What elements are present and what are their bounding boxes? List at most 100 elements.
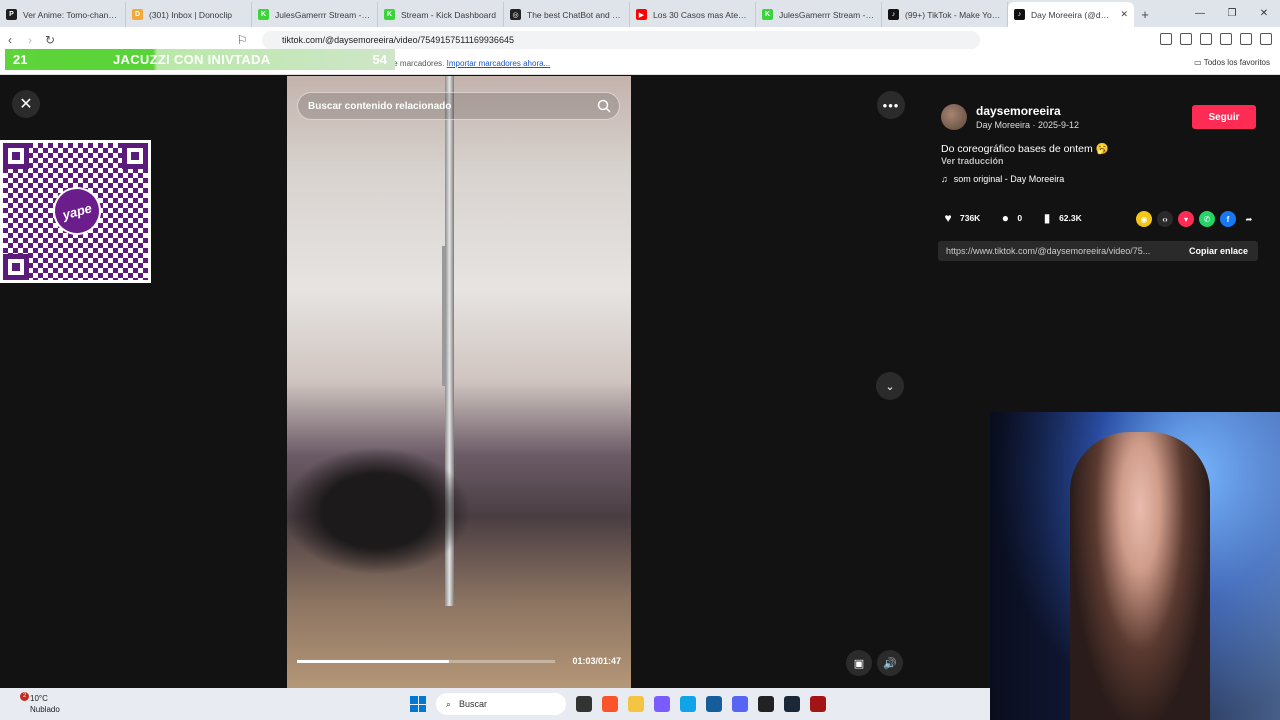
- pip-icon[interactable]: ▣: [846, 650, 872, 676]
- extension-icon[interactable]: [1180, 33, 1192, 45]
- music-note-icon: ♫: [941, 174, 948, 184]
- video-description: Do coreográfico bases de ontem 🥱: [941, 143, 1109, 155]
- taskbar-search[interactable]: ⌕ Buscar: [436, 693, 566, 715]
- tab-favicon-icon: K: [384, 9, 395, 20]
- task-view-icon[interactable]: [576, 696, 592, 712]
- share-arrow-icon[interactable]: ➦: [1241, 211, 1257, 227]
- browser-tab[interactable]: ▶ Los 30 Casos mas Aterradores: [630, 2, 756, 27]
- forward-icon[interactable]: ›: [20, 33, 40, 47]
- new-tab-button[interactable]: +: [1134, 2, 1156, 27]
- taskbar-search-label: Buscar: [459, 699, 488, 709]
- progress-fill: [297, 660, 450, 663]
- close-icon[interactable]: ✕: [12, 90, 40, 118]
- send-icon[interactable]: ▾: [1178, 211, 1194, 227]
- video-scene: [442, 246, 446, 386]
- tab-title: Day Moreeira (@daysemoreeira): [1031, 9, 1113, 20]
- store-icon[interactable]: [706, 696, 722, 712]
- share-icons: ◉ ‹› ▾ ✆ f ➦: [1136, 211, 1257, 227]
- browser-tab[interactable]: ◎ The best ChatBot and Widgets: [504, 2, 630, 27]
- volume-icon[interactable]: 🔊: [877, 650, 903, 676]
- browser-tab-active[interactable]: ♪ Day Moreeira (@daysemoreeira) ✕: [1008, 2, 1134, 27]
- toolbar-icons: [1160, 33, 1272, 45]
- tab-favicon-icon: K: [762, 9, 773, 20]
- overlay-text: JACUZZI CON INIVTADA: [113, 52, 271, 67]
- chevron-down-icon[interactable]: ⌄: [876, 372, 904, 400]
- url-text: tiktok.com/@daysemoreeira/video/75491575…: [282, 35, 514, 45]
- app-icon[interactable]: [810, 696, 826, 712]
- share-link-box[interactable]: https://www.tiktok.com/@daysemoreeira/vi…: [938, 241, 1258, 261]
- tab-strip: P Ver Anime: Tomo-chan Is a Girl D (301) I…: [0, 0, 1280, 27]
- copilot-icon[interactable]: [654, 696, 670, 712]
- streamer-figure: [1070, 432, 1210, 720]
- menu-icon[interactable]: [1260, 33, 1272, 45]
- author-username[interactable]: daysemoreeira: [976, 104, 1061, 118]
- video-progress-bar[interactable]: [297, 660, 555, 663]
- tab-title: Ver Anime: Tomo-chan Is a Girl: [23, 9, 119, 20]
- reload-icon[interactable]: ↻: [40, 33, 60, 47]
- music-row[interactable]: ♫ som original - Day Moreeira: [941, 174, 1064, 184]
- wallet-icon[interactable]: [1240, 33, 1252, 45]
- share-link-url: https://www.tiktok.com/@daysemoreeira/vi…: [946, 246, 1151, 256]
- notification-badge: 2: [20, 692, 29, 701]
- close-tab-icon[interactable]: ✕: [1120, 9, 1128, 20]
- obs-icon[interactable]: [758, 696, 774, 712]
- bookmark-icon: ▮: [1043, 211, 1051, 225]
- like-count: 736K: [960, 213, 981, 223]
- tab-title: The best ChatBot and Widgets: [527, 9, 623, 20]
- minimize-icon[interactable]: —: [1184, 0, 1216, 27]
- brave-icon[interactable]: [602, 696, 618, 712]
- webcam-overlay: [990, 412, 1280, 720]
- tab-title: JulesGamerrr Stream - Watch: [779, 9, 875, 20]
- all-favorites-label: Todos los favoritos: [1203, 58, 1270, 67]
- tab-title: Stream - Kick Dashboard: [401, 9, 496, 20]
- save-stat[interactable]: ▮ 62.3K: [1040, 211, 1082, 225]
- search-icon[interactable]: [597, 99, 611, 113]
- avatar[interactable]: [941, 104, 967, 130]
- tab-title: JulesGamerrr Stream - Watch: [275, 9, 371, 20]
- all-favorites[interactable]: ▭ Todos los favoritos: [1194, 58, 1270, 67]
- follow-button[interactable]: Seguir: [1192, 105, 1256, 129]
- windows-start-icon[interactable]: [410, 696, 426, 712]
- tab-title: (99+) TikTok - Make Your Day: [905, 9, 1001, 20]
- embed-icon[interactable]: ‹›: [1157, 211, 1173, 227]
- sidebar-icon[interactable]: [1220, 33, 1232, 45]
- browser-tab[interactable]: P Ver Anime: Tomo-chan Is a Girl: [0, 2, 126, 27]
- extension-icon[interactable]: [1160, 33, 1172, 45]
- discord-icon[interactable]: [732, 696, 748, 712]
- more-options-icon[interactable]: •••: [877, 91, 905, 119]
- back-icon[interactable]: ‹: [0, 33, 20, 47]
- comment-stat[interactable]: ● 0: [998, 211, 1022, 225]
- weather-widget[interactable]: 2 10°C Nublado: [20, 692, 60, 715]
- related-search-input[interactable]: Buscar contenido relacionado: [297, 92, 620, 120]
- bookmark-icon[interactable]: ⚐: [232, 33, 252, 47]
- tab-favicon-icon: ◎: [510, 9, 521, 20]
- tab-title: (301) Inbox | Donoclip: [149, 9, 233, 20]
- heart-icon: ♥: [944, 211, 952, 225]
- edge-icon[interactable]: [680, 696, 696, 712]
- whatsapp-icon[interactable]: ✆: [1199, 211, 1215, 227]
- file-explorer-icon[interactable]: [628, 696, 644, 712]
- browser-tab[interactable]: K JulesGamerrr Stream - Watch: [252, 2, 378, 27]
- taskbar-apps: ⌕ Buscar: [410, 693, 826, 715]
- browser-tab[interactable]: K JulesGamerrr Stream - Watch: [756, 2, 882, 27]
- facebook-icon[interactable]: f: [1220, 211, 1236, 227]
- browser-tab[interactable]: D (301) Inbox | Donoclip: [126, 2, 252, 27]
- tab-favicon-icon: P: [6, 9, 17, 20]
- tab-favicon-icon: ♪: [888, 9, 899, 20]
- see-translation-link[interactable]: Ver traducción: [941, 156, 1004, 166]
- browser-tab[interactable]: ♪ (99+) TikTok - Make Your Day: [882, 2, 1008, 27]
- video-time: 01:03/01:47: [572, 656, 621, 666]
- stream-goal-overlay: 21 JACUZZI CON INIVTADA 54: [5, 49, 395, 70]
- coin-icon[interactable]: ◉: [1136, 211, 1152, 227]
- steam-icon[interactable]: [784, 696, 800, 712]
- tab-title: Los 30 Casos mas Aterradores: [653, 9, 749, 20]
- like-stat[interactable]: ♥ 736K: [941, 211, 980, 225]
- close-window-icon[interactable]: ✕: [1248, 0, 1280, 27]
- copy-link-button[interactable]: Copiar enlace: [1189, 246, 1248, 256]
- maximize-icon[interactable]: ❐: [1216, 0, 1248, 27]
- extension-icon[interactable]: [1200, 33, 1212, 45]
- browser-tab[interactable]: K Stream - Kick Dashboard: [378, 2, 504, 27]
- url-field[interactable]: tiktok.com/@daysemoreeira/video/75491575…: [262, 31, 980, 49]
- import-bookmarks-link[interactable]: Importar marcadores ahora...: [447, 59, 551, 68]
- video-player[interactable]: Buscar contenido relacionado 01:03/01:47: [287, 76, 631, 688]
